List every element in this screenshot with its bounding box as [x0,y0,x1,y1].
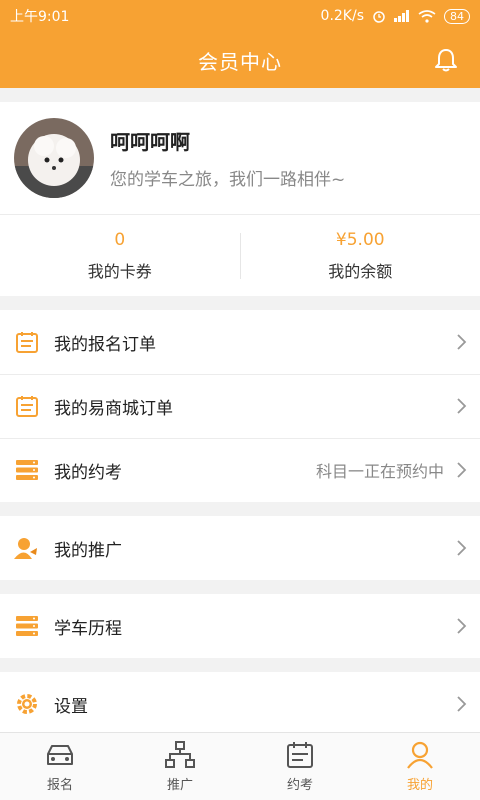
status-icons: 0.2K/s 84 [321,8,470,24]
user-share-icon [14,535,40,561]
stats-bar: 0 我的卡券 ¥5.00 我的余额 [0,214,480,296]
user-name: 呵呵呵啊 [110,130,190,154]
balance-label: 我的余额 [328,261,393,281]
profile-card[interactable]: 呵呵呵啊 您的学车之旅，我们一路相伴~ [0,102,480,214]
menu-label: 我的易商城订单 [54,398,173,419]
tab-label: 报名 [46,778,73,793]
chevron-right-icon [457,618,467,634]
order-icon [14,329,40,355]
menu-group-settings: 设置 [0,672,480,736]
coupons-label: 我的卡券 [87,261,152,281]
menu-label: 我的报名订单 [54,334,156,355]
chevron-right-icon [457,398,467,414]
list-icon [14,613,40,639]
menu-label: 我的推广 [54,540,122,561]
chevron-right-icon [457,462,467,478]
menu-item-promotion[interactable]: 我的推广 [0,516,480,580]
signal-icon [394,10,409,22]
alarm-icon [373,11,385,23]
menu-item-signup-orders[interactable]: 我的报名订单 [0,310,480,374]
menu-group-orders: 我的报名订单 我的易商城订单 我的约考 科目一正在预约中 [0,310,480,502]
menu-item-exam-booking[interactable]: 我的约考 科目一正在预约中 [0,438,480,502]
top-header: 上午9:01 0.2K/s 84 会员中心 [0,0,480,88]
calendar-icon [287,742,313,768]
tab-mine[interactable]: 我的 [360,733,480,800]
wifi-icon [418,9,436,23]
profile-info: 呵呵呵啊 您的学车之旅，我们一路相伴~ [110,126,345,190]
menu-label: 我的约考 [54,462,122,483]
menu-item-mall-orders[interactable]: 我的易商城订单 [0,374,480,438]
car-icon [47,745,73,765]
user-icon [407,741,433,769]
chevron-right-icon [457,696,467,712]
chevron-right-icon [457,334,467,350]
user-slogan: 您的学车之旅，我们一路相伴~ [110,170,346,190]
balance-stat[interactable]: ¥5.00 我的余额 [241,215,480,296]
menu-item-settings[interactable]: 设置 [0,672,480,736]
menu-label: 学车历程 [54,618,122,639]
tab-label: 约考 [286,778,313,793]
balance-value: ¥5.00 [335,229,385,250]
status-time: 上午9:01 [10,9,70,25]
avatar[interactable] [14,118,94,198]
battery-indicator: 84 [444,8,470,24]
coupons-value: 0 [114,229,126,250]
status-bar: 上午9:01 0.2K/s 84 [0,0,480,32]
gear-icon [14,691,40,717]
network-speed: 0.2K/s [320,8,364,24]
menu-group-promotion: 我的推广 [0,516,480,580]
tab-label: 推广 [166,778,193,793]
tab-label: 我的 [406,778,433,793]
order-icon [14,393,40,419]
chevron-right-icon [457,540,467,556]
menu-group-history: 学车历程 [0,594,480,658]
title-bar: 会员中心 [0,32,480,88]
bell-icon[interactable] [432,46,460,74]
tab-promotion[interactable]: 推广 [120,733,240,800]
menu-label: 设置 [54,696,88,717]
list-icon [14,457,40,483]
tab-signup[interactable]: 报名 [0,733,120,800]
network-icon [165,741,195,768]
bottom-tab-bar: 报名 推广 约考 我的 [0,732,480,800]
tab-exam[interactable]: 约考 [240,733,360,800]
coupons-stat[interactable]: 0 我的卡券 [0,215,240,296]
booking-status: 科目一正在预约中 [315,462,444,481]
page-title: 会员中心 [198,49,282,74]
menu-item-learning-history[interactable]: 学车历程 [0,594,480,658]
